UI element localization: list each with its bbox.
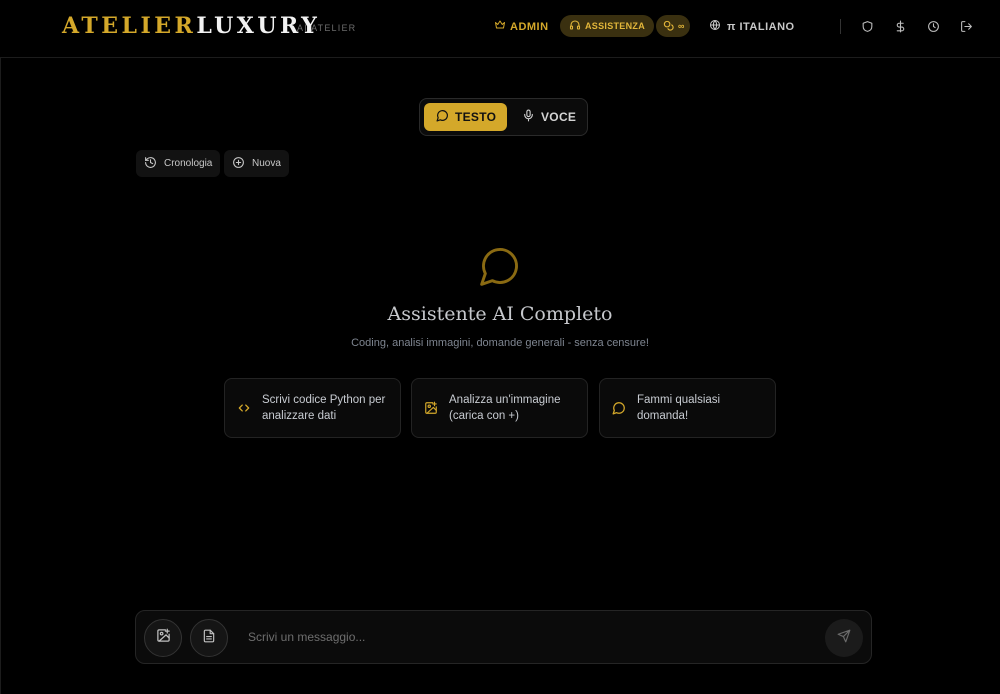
message-composer: [135, 610, 872, 664]
send-button[interactable]: [825, 619, 863, 657]
top-header: ATELIERLUXURY AI ATELIER ADMIN ASSISTENZ…: [0, 0, 1000, 58]
plus-circle-icon: [232, 156, 245, 172]
history-label: Cronologia: [164, 158, 213, 169]
new-chat-button[interactable]: Nuova: [224, 150, 289, 177]
suggestion-card-question[interactable]: Fammi qualsiasi domanda!: [599, 378, 776, 438]
suggestion-line-1: Fammi qualsiasi: [637, 394, 721, 406]
suggestion-line-1: Analizza un'immagine: [449, 394, 561, 406]
logo-part-1: ATELIER: [62, 13, 197, 39]
attach-file-button[interactable]: [190, 619, 228, 657]
code-icon: [237, 401, 251, 415]
frame-left-border: [0, 58, 1, 694]
logout-icon[interactable]: [957, 17, 975, 35]
suggestion-card-image[interactable]: Analizza un'immagine (carica con +): [411, 378, 588, 438]
suggestion-text: Analizza un'immagine (carica con +): [449, 392, 561, 424]
assistance-button[interactable]: ASSISTENZA: [560, 15, 655, 37]
history-button[interactable]: Cronologia: [136, 150, 221, 177]
send-icon: [837, 629, 851, 648]
upload-image-button[interactable]: [144, 619, 182, 657]
admin-link[interactable]: ADMIN: [494, 19, 549, 34]
microphone-icon: [522, 109, 535, 125]
message-input[interactable]: [248, 630, 808, 644]
suggestion-line-1: Scrivi codice Python per: [262, 394, 386, 406]
image-plus-icon: [424, 401, 438, 415]
suggestion-text: Scrivi codice Python per analizzare dati: [262, 392, 385, 424]
new-chat-label: Nuova: [252, 158, 281, 169]
chat-bubble-icon: [478, 244, 522, 288]
chat-icon: [612, 401, 626, 415]
image-plus-icon: [156, 628, 171, 648]
credits-value: ∞: [678, 21, 685, 31]
empty-state-subtitle: Coding, analisi immagini, domande genera…: [351, 337, 649, 349]
assistance-label: ASSISTENZA: [585, 21, 646, 31]
suggestion-card-code[interactable]: Scrivi codice Python per analizzare dati: [224, 378, 401, 438]
suggestion-line-2: (carica con +): [449, 410, 519, 422]
voice-mode-button[interactable]: VOCE: [510, 103, 588, 131]
shield-icon[interactable]: [858, 17, 876, 35]
brand-subtitle: AI ATELIER: [297, 23, 357, 33]
language-label: π ITALIANO: [727, 20, 795, 33]
suggestion-text: Fammi qualsiasi domanda!: [637, 392, 720, 424]
admin-label: ADMIN: [510, 20, 549, 33]
voice-mode-label: VOCE: [541, 110, 577, 124]
headphones-icon: [569, 19, 581, 33]
credits-badge[interactable]: ∞: [656, 15, 690, 37]
text-mode-label: TESTO: [455, 110, 497, 124]
header-divider: [840, 19, 841, 34]
brand-logo[interactable]: ATELIERLUXURY: [62, 13, 320, 39]
empty-state-title: Assistente AI Completo: [387, 303, 613, 325]
globe-icon: [709, 19, 721, 34]
history-icon: [144, 156, 157, 172]
message-circle-icon: [436, 109, 449, 125]
suggestion-line-2: analizzare dati: [262, 410, 337, 422]
text-mode-button[interactable]: TESTO: [424, 103, 507, 131]
mode-toggle: TESTO VOCE: [419, 98, 588, 136]
suggestion-line-2: domanda!: [637, 410, 689, 422]
coins-icon: [663, 20, 674, 33]
clock-icon[interactable]: [924, 17, 942, 35]
crown-icon: [494, 19, 506, 34]
dollar-icon[interactable]: [891, 17, 909, 35]
file-text-icon: [202, 629, 216, 648]
language-selector[interactable]: π ITALIANO: [709, 19, 795, 34]
